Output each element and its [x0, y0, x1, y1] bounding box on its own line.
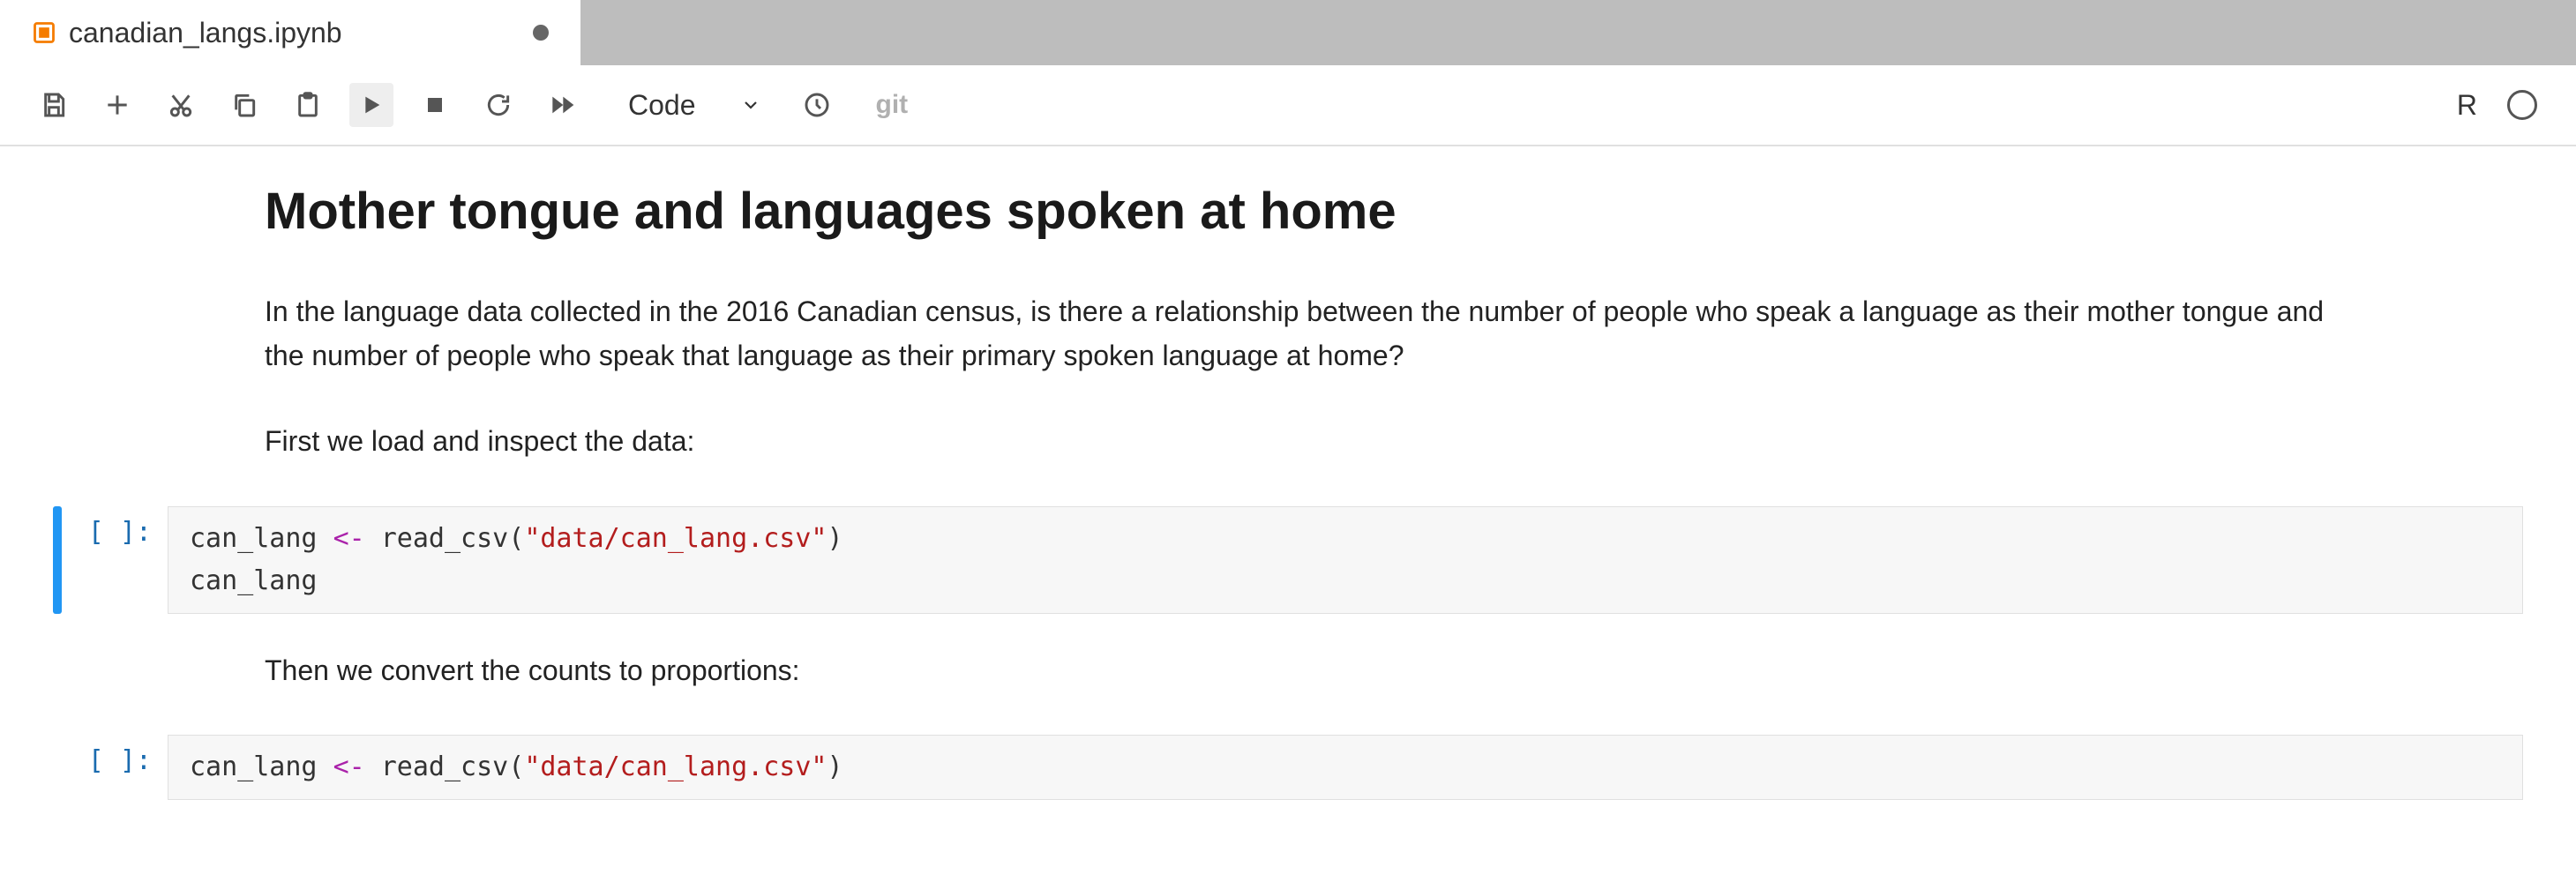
tab-label: canadian_langs.ipynb [69, 17, 520, 49]
notebook-content: Mother tongue and languages spoken at ho… [0, 146, 2576, 800]
code-input[interactable]: can_lang <- read_csv("data/can_lang.csv"… [168, 506, 2523, 614]
save-button[interactable] [32, 83, 76, 127]
kernel-status-icon[interactable] [2507, 90, 2537, 120]
code-input[interactable]: can_lang <- read_csv("data/can_lang.csv"… [168, 735, 2523, 800]
unsaved-indicator-icon [533, 25, 549, 41]
toolbar: Code git R [0, 65, 2576, 146]
cell-type-label: Code [628, 89, 696, 122]
cell-selected-indicator [53, 506, 62, 614]
stop-button[interactable] [413, 83, 457, 127]
git-label[interactable]: git [876, 90, 909, 120]
kernel-name[interactable]: R [2457, 89, 2477, 122]
run-all-button[interactable] [540, 83, 584, 127]
chevron-down-icon [740, 94, 761, 116]
add-cell-button[interactable] [95, 83, 139, 127]
paragraph: Then we convert the counts to proportion… [265, 649, 2329, 693]
checkpoint-button[interactable] [795, 83, 839, 127]
restart-kernel-button[interactable] [476, 83, 520, 127]
notebook-tab[interactable]: canadian_langs.ipynb [0, 0, 582, 65]
cell-type-dropdown[interactable]: Code [614, 89, 775, 122]
paragraph: In the language data collected in the 20… [265, 290, 2329, 377]
cell-indicator [53, 735, 62, 800]
cell-prompt: [ ]: [79, 735, 168, 800]
paste-button[interactable] [286, 83, 330, 127]
notebook-file-icon [32, 20, 56, 45]
code-cell[interactable]: [ ]: can_lang <- read_csv("data/can_lang… [0, 506, 2576, 614]
markdown-cell[interactable]: Then we convert the counts to proportion… [0, 649, 2576, 693]
cut-button[interactable] [159, 83, 203, 127]
heading: Mother tongue and languages spoken at ho… [265, 182, 2329, 241]
copy-button[interactable] [222, 83, 266, 127]
tab-bar: canadian_langs.ipynb [0, 0, 2576, 65]
code-cell[interactable]: [ ]: can_lang <- read_csv("data/can_lang… [0, 735, 2576, 800]
paragraph: First we load and inspect the data: [265, 420, 2329, 464]
cell-prompt: [ ]: [79, 506, 168, 614]
run-button[interactable] [349, 83, 393, 127]
markdown-cell[interactable]: Mother tongue and languages spoken at ho… [0, 182, 2576, 464]
